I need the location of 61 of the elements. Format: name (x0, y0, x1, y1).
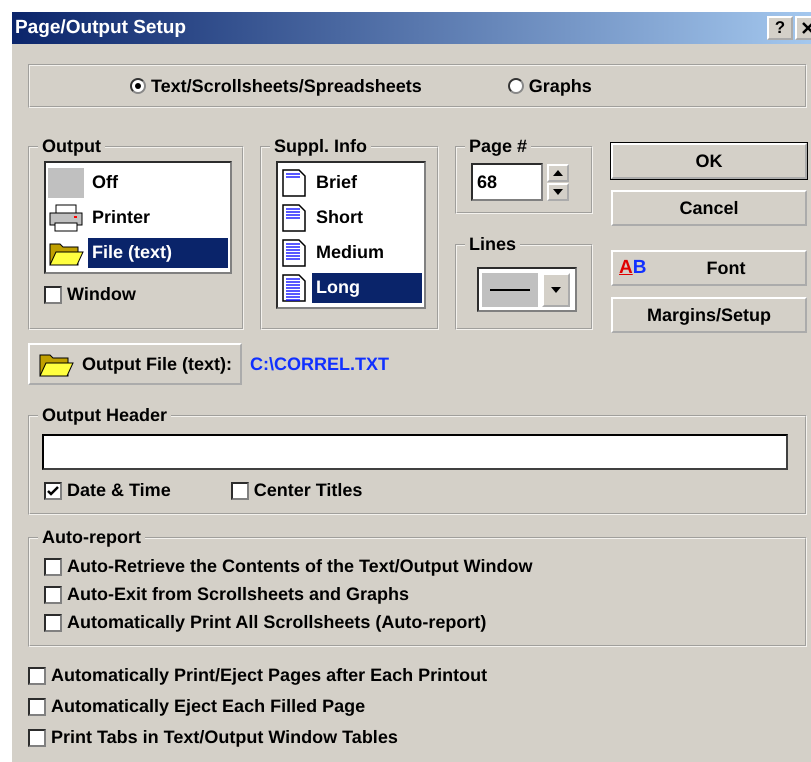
group-title: Auto-report (41, 527, 142, 548)
ok-button[interactable]: OK (611, 143, 807, 179)
radio-button[interactable] (508, 78, 524, 94)
checkbox-label[interactable]: Window (67, 284, 136, 305)
checkbox[interactable] (44, 586, 62, 604)
checkbox-label[interactable]: Print Tabs in Text/Output Window Tables (51, 727, 398, 748)
list-item[interactable]: Printer (88, 202, 228, 232)
spin-down-button[interactable] (547, 182, 569, 200)
printer-icon (48, 202, 84, 232)
group-title: Lines (468, 234, 518, 255)
help-button[interactable]: ? (767, 16, 793, 40)
checkbox-label[interactable]: Automatically Print/Eject Pages after Each Printout (51, 665, 488, 686)
group-title: Page # (468, 136, 528, 157)
line-style-dropdown[interactable] (477, 267, 577, 312)
header-field[interactable] (42, 434, 788, 470)
line-icon (490, 288, 530, 290)
up-arrow-icon (553, 170, 563, 176)
checkbox-label[interactable]: Auto-Exit from Scrollsheets and Graphs (67, 584, 410, 605)
window-title: Page/Output Setup (15, 17, 186, 39)
list-item[interactable]: File (text) (88, 238, 228, 268)
spin-up-button[interactable] (547, 164, 569, 182)
group-title: Output Header (41, 405, 168, 426)
checkbox[interactable] (28, 666, 46, 684)
group-title: Output (41, 136, 102, 157)
font-icon: AB (619, 257, 646, 279)
checkbox[interactable] (44, 482, 62, 500)
checkbox[interactable] (28, 698, 46, 716)
list-item[interactable]: Brief (312, 168, 422, 198)
document-icon (280, 168, 308, 198)
output-file-button[interactable]: Output File (text): (28, 343, 242, 385)
list-item[interactable]: Long (312, 272, 422, 302)
checkbox-label[interactable]: Center Titles (254, 480, 362, 501)
radio-label[interactable]: Graphs (528, 76, 592, 96)
list-item[interactable]: Off (88, 168, 228, 198)
checkbox[interactable] (44, 614, 62, 632)
document-icon (280, 202, 308, 232)
group-title: Suppl. Info (273, 136, 368, 157)
checkbox-label[interactable]: Auto-Retrieve the Contents of the Text/Output Window (67, 556, 532, 577)
checkbox[interactable] (44, 558, 62, 576)
font-button[interactable]: AB Font (611, 250, 807, 286)
checkbox-label[interactable]: Date & Time (67, 480, 171, 501)
checkbox[interactable] (28, 728, 46, 746)
dropdown-button[interactable] (542, 272, 570, 306)
list-item[interactable]: Short (312, 202, 422, 232)
checkbox[interactable] (44, 286, 62, 304)
document-icon (280, 238, 308, 268)
blank-icon (48, 168, 84, 198)
down-arrow-icon (553, 188, 563, 194)
checkbox-label[interactable]: Automatically Print All Scrollsheets (Auto-report) (67, 612, 486, 633)
close-icon (802, 22, 811, 34)
checkbox[interactable] (230, 482, 249, 500)
dialog-button[interactable]: Cancel (611, 190, 807, 226)
caret-icon (551, 286, 561, 292)
dialog-button[interactable]: Margins/Setup (611, 297, 807, 333)
page-number-field[interactable]: 68 (471, 163, 543, 201)
list-item[interactable]: Medium (312, 238, 422, 268)
checkbox-label[interactable]: Automatically Eject Each Filled Page (51, 696, 366, 717)
radio-button[interactable] (130, 78, 146, 94)
file-path: C:\CORREL.TXT (250, 354, 389, 374)
radio-label[interactable]: Text/Scrollsheets/Spreadsheets (151, 76, 422, 96)
document-icon (280, 272, 308, 302)
